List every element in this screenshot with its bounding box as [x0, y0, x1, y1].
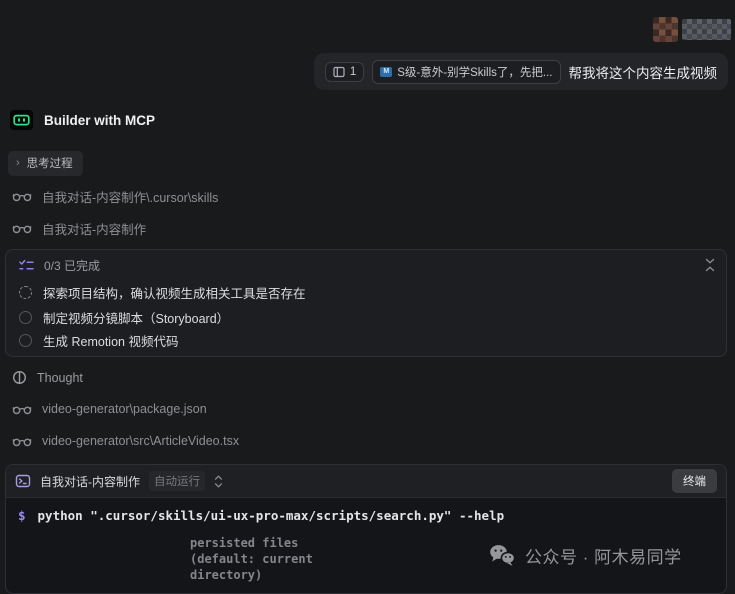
context-chip-markdown-file[interactable]: M S级-意外-别学Skills了，先把...	[372, 60, 560, 84]
command-text: python ".cursor/skills/ui-ux-pro-max/scr…	[38, 508, 505, 523]
file-item-label: video-generator\package.json	[42, 402, 207, 416]
read-item-label: 自我对话-内容制作	[42, 219, 146, 238]
pending-circle-icon	[19, 311, 32, 324]
todo-header: 0/3 已完成	[19, 257, 100, 274]
command-line: $ python ".cursor/skills/ui-ux-pro-max/s…	[18, 508, 714, 523]
glasses-icon	[12, 436, 32, 447]
glasses-icon	[12, 191, 32, 202]
checklist-icon	[19, 259, 34, 272]
thought-icon	[12, 370, 27, 385]
in-progress-spinner-icon	[19, 286, 32, 299]
user-message-text: 帮我将这个内容生成视频	[569, 62, 718, 82]
terminal-header: 自我对话-内容制作 自动运行 终端	[6, 465, 726, 498]
file-item-label: video-generator\src\ArticleVideo.tsx	[42, 434, 239, 448]
glasses-icon	[12, 223, 32, 234]
select-chevrons-icon[interactable]	[214, 475, 223, 488]
file-item-package-json[interactable]: video-generator\package.json	[12, 402, 207, 416]
thinking-label: 思考过程	[27, 155, 73, 171]
watermark: 公众号 · 阿木易同学	[489, 543, 682, 568]
todo-item-2[interactable]: 制定视频分镜脚本（Storyboard）	[19, 308, 229, 327]
todo-item-3[interactable]: 生成 Remotion 视频代码	[19, 331, 178, 350]
thought-toggle[interactable]: Thought	[12, 370, 83, 385]
output-line: directory)	[190, 567, 714, 583]
terminal-button[interactable]: 终端	[672, 469, 717, 493]
pending-circle-icon	[19, 334, 32, 347]
watermark-text: 公众号 · 阿木易同学	[525, 543, 682, 568]
terminal-card: 自我对话-内容制作 自动运行 终端 $ python ".cursor/skil…	[5, 464, 727, 594]
todo-item-label: 生成 Remotion 视频代码	[43, 331, 178, 350]
agent-header: Builder with MCP	[10, 110, 155, 130]
user-name-redacted	[682, 19, 731, 40]
user-avatar	[653, 17, 678, 42]
todo-item-label: 探索项目结构，确认视频生成相关工具是否存在	[43, 283, 306, 302]
thought-label: Thought	[37, 371, 83, 385]
todo-progress: 0/3 已完成	[44, 257, 100, 274]
file-item-articlevideo-tsx[interactable]: video-generator\src\ArticleVideo.tsx	[12, 434, 239, 448]
context-chip-tab-count[interactable]: 1	[325, 62, 364, 82]
read-item-label: 自我对话-内容制作\.cursor\skills	[42, 187, 218, 206]
glasses-icon	[12, 404, 32, 415]
chip-label: S级-意外-别学Skills了，先把...	[397, 64, 552, 80]
editor-pane-icon	[333, 66, 345, 78]
thinking-process-toggle[interactable]: › 思考过程	[8, 151, 83, 176]
todo-item-label: 制定视频分镜脚本（Storyboard）	[43, 308, 229, 327]
read-item-skills[interactable]: 自我对话-内容制作\.cursor\skills	[12, 187, 218, 206]
todo-item-1[interactable]: 探索项目结构，确认视频生成相关工具是否存在	[19, 283, 306, 302]
shell-prompt: $	[18, 508, 26, 523]
markdown-icon: M	[380, 67, 392, 77]
collapse-icon[interactable]	[705, 258, 715, 272]
terminal-title: 自我对话-内容制作	[40, 473, 140, 490]
chevron-right-icon: ›	[16, 158, 20, 169]
agent-name: Builder with MCP	[44, 113, 155, 128]
chip-label: 1	[350, 66, 356, 78]
user-message-bubble: 1 M S级-意外-别学Skills了，先把... 帮我将这个内容生成视频	[314, 53, 728, 90]
robot-icon	[10, 110, 33, 130]
read-item-content[interactable]: 自我对话-内容制作	[12, 219, 146, 238]
wechat-icon	[489, 544, 516, 567]
terminal-icon	[15, 473, 31, 489]
todo-card: 0/3 已完成 探索项目结构，确认视频生成相关工具是否存在 制定视频分镜脚本（S…	[5, 249, 727, 357]
run-mode-label[interactable]: 自动运行	[149, 471, 205, 491]
